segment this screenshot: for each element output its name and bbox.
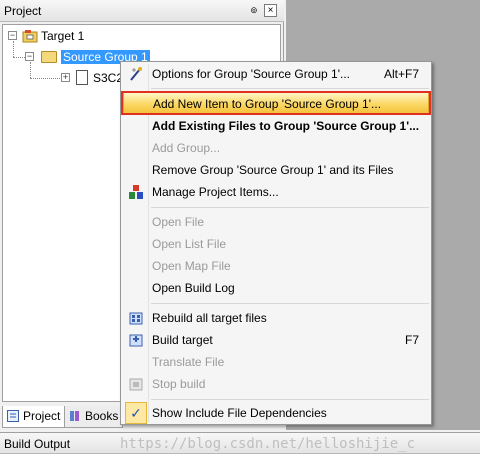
menu-item-stop-build[interactable]: Stop build	[123, 373, 429, 395]
menu-item-add-group[interactable]: Add Group...	[123, 137, 429, 159]
books-icon	[70, 411, 79, 421]
menu-item-label: Open List File	[152, 237, 227, 251]
close-icon[interactable]: ×	[264, 4, 277, 17]
menu-item-label: Open Build Log	[152, 281, 235, 295]
menu-item-label: Add Group...	[152, 141, 221, 155]
file-icon	[76, 70, 88, 85]
stop-build-icon	[129, 378, 143, 391]
menu-item-remove-group[interactable]: Remove Group 'Source Group 1' and its Fi…	[123, 159, 429, 181]
tree-node-target-label: Target 1	[41, 29, 85, 43]
tab-books[interactable]: Books	[64, 406, 124, 428]
pin-icon[interactable]: ๏	[247, 3, 261, 17]
menu-item-label: Open File	[152, 215, 205, 229]
build-output-header: Build Output	[0, 432, 480, 454]
menu-item-shortcut: Alt+F7	[383, 67, 419, 81]
tab-project[interactable]: Project	[2, 406, 66, 428]
tab-project-label: Project	[23, 409, 61, 423]
menu-item-label: Translate File	[152, 355, 225, 369]
menu-item-translate-file[interactable]: Translate File	[123, 351, 429, 373]
menu-item-label: Stop build	[152, 377, 206, 391]
manage-items-icon	[129, 185, 143, 199]
menu-item-add-existing-files[interactable]: Add Existing Files to Group 'Source Grou…	[123, 115, 429, 137]
folder-icon	[41, 51, 57, 63]
menu-item-label: Build target	[152, 333, 213, 347]
menu-item-options-for-group[interactable]: Options for Group 'Source Group 1'... Al…	[123, 63, 429, 85]
menu-item-open-file[interactable]: Open File	[123, 211, 429, 233]
menu-item-label: Add New Item to Group 'Source Group 1'..…	[153, 97, 382, 111]
menu-item-label: Remove Group 'Source Group 1' and its Fi…	[152, 163, 394, 177]
menu-item-show-include-deps[interactable]: ✓ Show Include File Dependencies	[123, 402, 429, 424]
target-icon	[22, 30, 38, 43]
context-menu: Options for Group 'Source Group 1'... Al…	[120, 61, 432, 425]
project-panel-header: Project ๏ ×	[0, 0, 284, 22]
expand-target-toggle[interactable]: −	[8, 31, 17, 40]
options-wand-icon	[130, 67, 142, 81]
project-tab-icon	[7, 410, 19, 422]
menu-item-rebuild-all[interactable]: Rebuild all target files	[123, 307, 429, 329]
build-output-body[interactable]	[0, 454, 480, 464]
menu-item-shortcut: F7	[404, 333, 419, 347]
rebuild-icon	[129, 312, 143, 325]
project-panel-title: Project	[4, 4, 42, 18]
menu-item-label: Options for Group 'Source Group 1'...	[152, 67, 351, 81]
expand-group-toggle[interactable]: −	[25, 52, 34, 61]
menu-item-label: Open Map File	[152, 259, 231, 273]
tree-node-target[interactable]: Target 1	[41, 27, 84, 45]
build-output-title: Build Output	[4, 437, 71, 451]
menu-item-open-build-log[interactable]: Open Build Log	[123, 277, 429, 299]
menu-item-label: Manage Project Items...	[152, 185, 279, 199]
menu-item-label: Rebuild all target files	[152, 311, 267, 325]
checkmark-icon: ✓	[125, 402, 147, 424]
menu-item-label: Show Include File Dependencies	[152, 406, 327, 420]
menu-item-add-new-item[interactable]: Add New Item to Group 'Source Group 1'..…	[123, 92, 429, 114]
menu-item-open-map-file[interactable]: Open Map File	[123, 255, 429, 277]
expand-file-toggle[interactable]: +	[61, 73, 70, 82]
menu-item-label: Add Existing Files to Group 'Source Grou…	[152, 119, 420, 133]
menu-item-build-target[interactable]: Build target F7	[123, 329, 429, 351]
build-icon	[129, 334, 143, 347]
menu-item-open-list-file[interactable]: Open List File	[123, 233, 429, 255]
menu-item-manage-project-items[interactable]: Manage Project Items...	[123, 181, 429, 203]
tab-books-label: Books	[85, 409, 119, 423]
